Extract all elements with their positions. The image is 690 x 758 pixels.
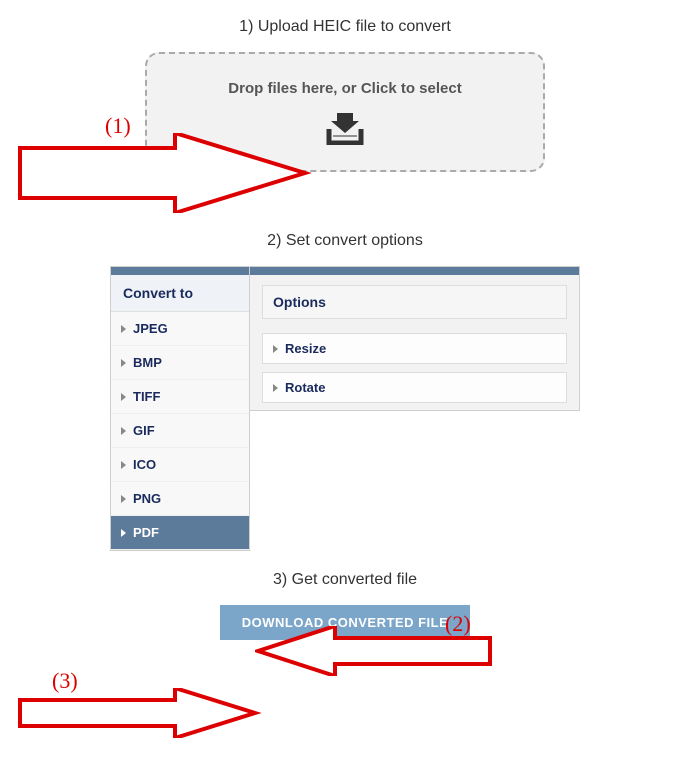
annotation-1-label: (1) [105,113,131,139]
panel-header-bar [250,267,579,275]
format-png[interactable]: PNG [111,482,249,516]
format-tiff[interactable]: TIFF [111,380,249,414]
triangle-icon [121,427,126,435]
annotation-3-label: (3) [52,668,78,694]
format-pdf[interactable]: PDF [111,516,249,550]
step2-title: 2) Set convert options [0,232,690,250]
format-gif[interactable]: GIF [111,414,249,448]
options-panel: Options Resize Rotate [250,266,580,411]
options-label: Options [262,285,567,319]
download-button[interactable]: DOWNLOAD CONVERTED FILE [220,605,471,640]
triangle-icon [121,393,126,401]
download-tray-icon [323,107,367,145]
format-jpeg[interactable]: JPEG [111,312,249,346]
step3-title: 3) Get converted file [0,571,690,589]
triangle-icon [121,495,126,503]
triangle-icon [121,529,126,537]
triangle-icon [121,461,126,469]
panel-header-bar [111,267,249,275]
option-resize[interactable]: Resize [262,333,567,364]
format-ico[interactable]: ICO [111,448,249,482]
step1-title: 1) Upload HEIC file to convert [0,18,690,36]
triangle-icon [121,359,126,367]
format-panel: Convert to JPEG BMP TIFF GIF ICO PNG PDF [110,266,250,551]
file-dropzone[interactable]: Drop files here, or Click to select [145,52,545,172]
triangle-icon [121,325,126,333]
format-bmp[interactable]: BMP [111,346,249,380]
annotation-2-label: (2) [445,611,471,637]
option-rotate[interactable]: Rotate [262,372,567,403]
triangle-icon [273,384,278,392]
options-area: Convert to JPEG BMP TIFF GIF ICO PNG PDF… [110,266,580,551]
convert-to-label: Convert to [111,275,249,312]
triangle-icon [273,345,278,353]
dropzone-text: Drop files here, or Click to select [228,80,461,97]
annotation-arrow-3 [15,688,265,738]
